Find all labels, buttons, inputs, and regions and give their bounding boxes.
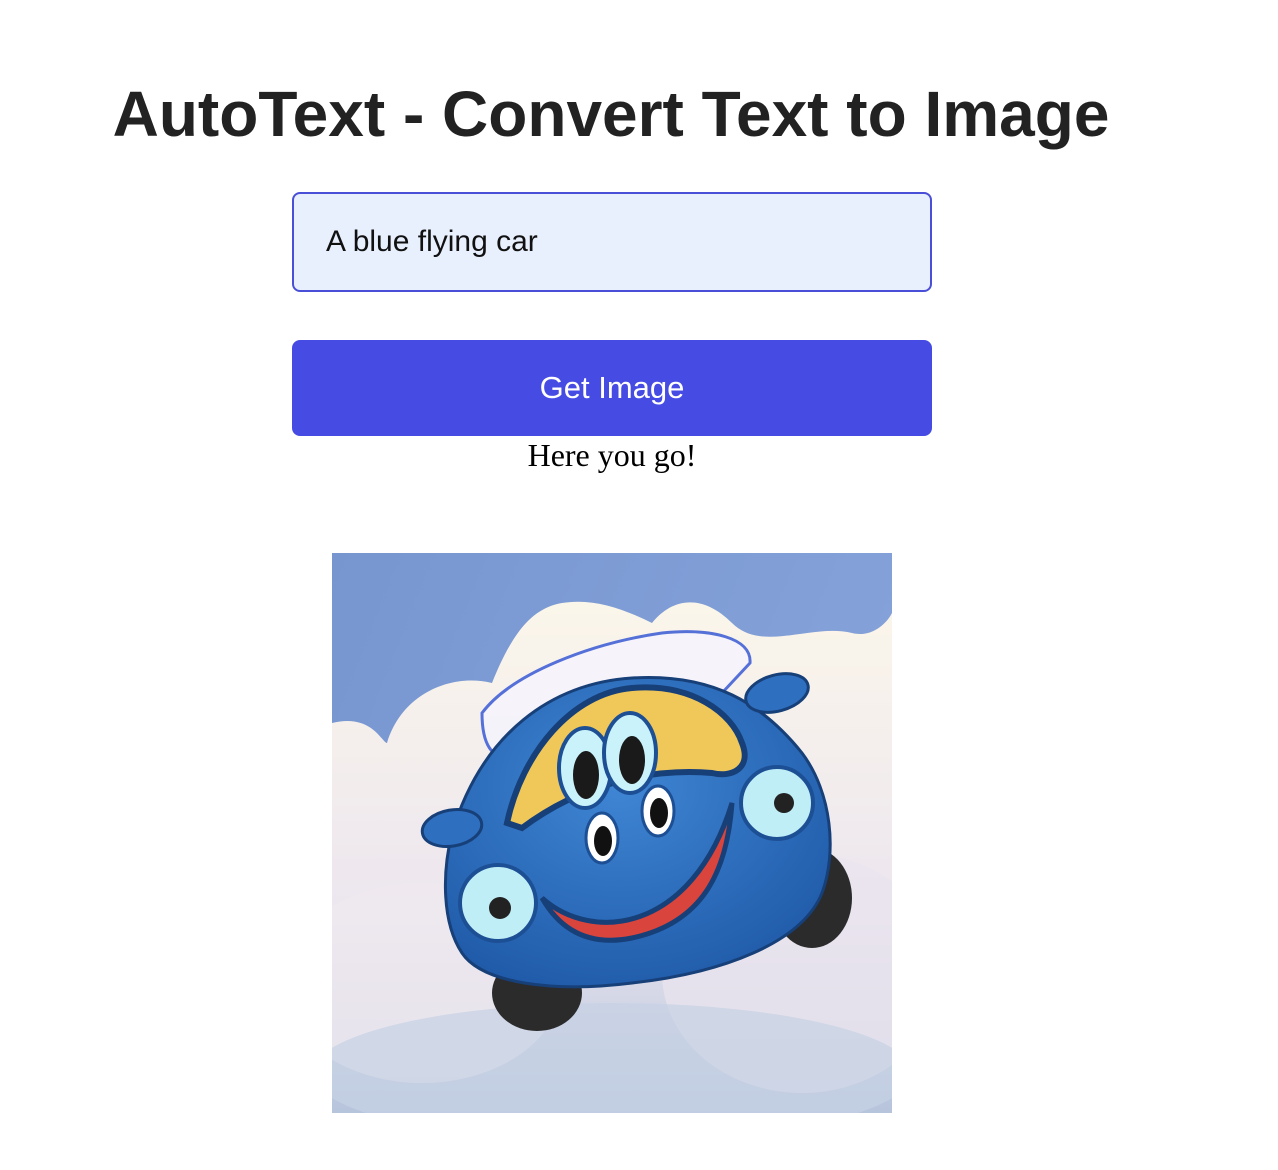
prompt-input[interactable] [292, 192, 932, 292]
page-title: AutoText - Convert Text to Image [112, 78, 1110, 150]
car-illustration [332, 553, 892, 1113]
generated-image [332, 553, 892, 1113]
status-message: Here you go! [527, 437, 697, 473]
get-image-button[interactable]: Get Image [292, 340, 932, 436]
